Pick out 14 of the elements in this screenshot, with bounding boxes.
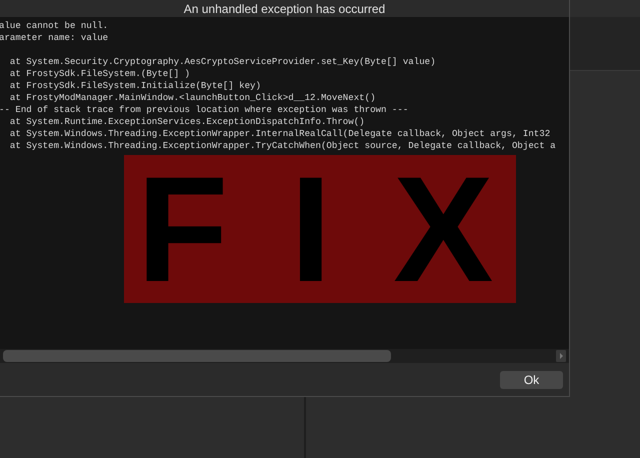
scrollbar-thumb[interactable] xyxy=(3,350,391,362)
stack-trace-line: at System.Windows.Threading.ExceptionWrapper.TryCatchWhen(Object source, Delegate callback, Object a xyxy=(8,140,557,152)
stack-trace-line: at FrostySdk.FileSystem.(Byte[] ) xyxy=(8,68,191,80)
ok-button[interactable]: Ok xyxy=(500,370,563,388)
scroll-right-icon[interactable] xyxy=(556,350,566,362)
stack-trace-line: at System.Security.Cryptography.AesCryptoServiceProvider.set_Key(Byte[] value) xyxy=(8,56,437,68)
banner-text: F I X xyxy=(136,154,504,304)
window-title: An unhandled exception has occurred xyxy=(184,2,386,14)
stack-trace-line: -- End of stack trace from previous location where exception was thrown --- xyxy=(0,104,410,116)
stack-trace-line: at FrostyModManager.MainWindow.<launchButton_Click>d__12.MoveNext() xyxy=(8,92,377,104)
stack-trace-line: at FrostySdk.FileSystem.Initialize(Byte[] key) xyxy=(8,80,262,92)
stack-trace-line: at System.Runtime.ExceptionServices.ExceptionDispatchInfo.Throw() xyxy=(8,116,366,128)
stack-trace-line: at System.Windows.Threading.ExceptionWrapper.InternalRealCall(Delegate callback, Object args, Int32 xyxy=(8,128,552,140)
horizontal-scrollbar[interactable] xyxy=(0,349,569,363)
